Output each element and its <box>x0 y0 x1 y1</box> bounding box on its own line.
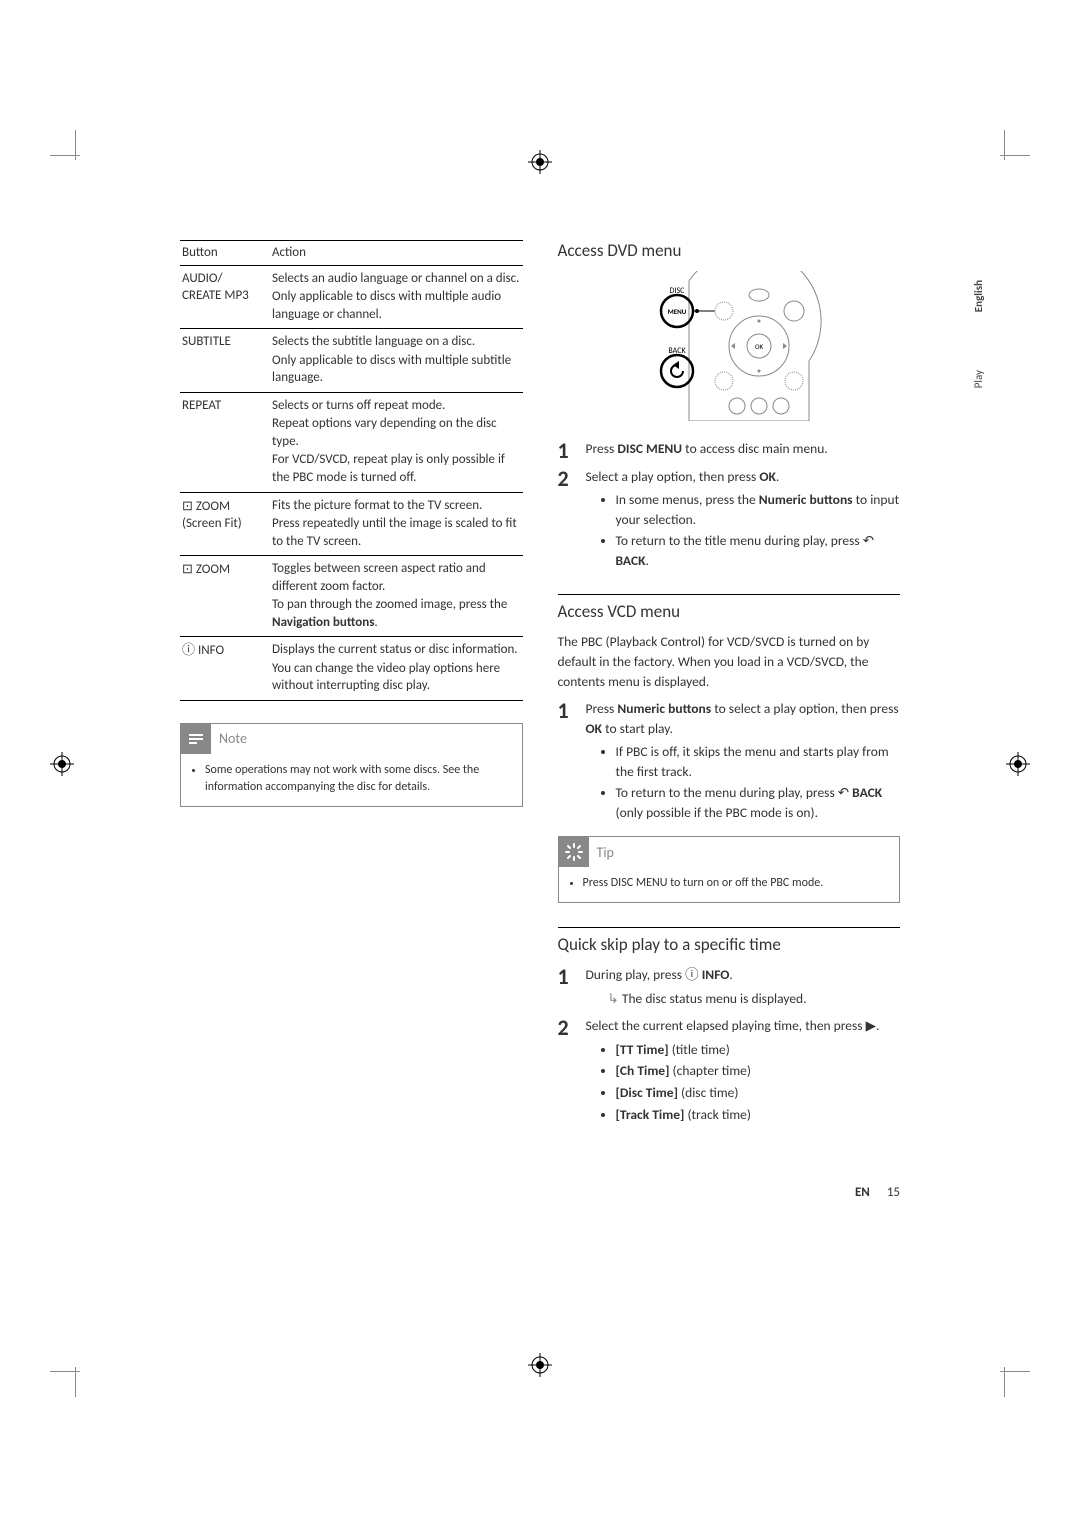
note-box: Note Some operations may not work with s… <box>180 723 523 807</box>
note-title: Note <box>219 729 247 749</box>
footer-lang: EN <box>855 1185 870 1200</box>
page-footer: EN 15 <box>855 1185 900 1200</box>
list-item: In some menus, press the Numeric buttons… <box>616 490 901 529</box>
table-row: SUBTITLESelects the subtitle language on… <box>180 329 523 393</box>
left-column: Button Action AUDIO/ CREATE MP3Selects a… <box>180 240 523 1160</box>
table-row: ⊡ ZOOM(Screen Fit)Fits the picture forma… <box>180 492 523 556</box>
table-header-button: Button <box>180 241 270 266</box>
vcd-step-1: Press Numeric buttons to select a play o… <box>558 699 901 822</box>
list-item: [TT Time] (title time) <box>616 1040 901 1060</box>
vcd-title: Access VCD menu <box>558 601 901 622</box>
button-action-table: Button Action AUDIO/ CREATE MP3Selects a… <box>180 240 523 701</box>
list-item: Press DISC MENU to turn on or off the PB… <box>583 875 888 892</box>
table-row: ⊡ ZOOMToggles between screen aspect rati… <box>180 556 523 637</box>
quick-skip-section: Quick skip play to a specific time Durin… <box>558 927 901 1124</box>
tip-icon <box>559 837 589 867</box>
svg-text:OK: OK <box>755 342 764 351</box>
registration-mark-icon <box>528 1353 552 1377</box>
right-column: Access DVD menu DISC MENU <box>558 240 901 1160</box>
dvd-step-2: Select a play option, then press OK. In … <box>558 467 901 571</box>
quick-title: Quick skip play to a specific time <box>558 934 901 955</box>
quick-step-2: Select the current elapsed playing time,… <box>558 1016 901 1124</box>
list-item: [Track Time] (track time) <box>616 1105 901 1125</box>
note-icon <box>181 724 211 754</box>
list-item: [Ch Time] (chapter time) <box>616 1061 901 1081</box>
dvd-section: Access DVD menu DISC MENU <box>558 240 901 570</box>
quick-step-1-result: The disc status menu is displayed. <box>608 989 901 1009</box>
side-label-english: English <box>972 280 985 312</box>
list-item: To return to the menu during play, press… <box>616 783 901 822</box>
crop-mark <box>980 130 1030 180</box>
remote-figure: DISC MENU BACK <box>558 271 901 425</box>
list-item: If PBC is off, it skips the menu and sta… <box>616 742 901 781</box>
registration-mark-icon <box>50 752 74 776</box>
list-item: Some operations may not work with some d… <box>205 762 510 796</box>
table-header-action: Action <box>270 241 523 266</box>
tip-title: Tip <box>597 843 614 863</box>
crop-mark <box>50 1347 100 1397</box>
registration-mark-icon <box>1006 752 1030 776</box>
table-row: REPEATSelects or turns off repeat mode.R… <box>180 392 523 492</box>
tip-box: Tip Press DISC MENU to turn on or off th… <box>558 836 901 903</box>
quick-step-1: During play, press ⓘ INFO. The disc stat… <box>558 965 901 1008</box>
vcd-section: Access VCD menu The PBC (Playback Contro… <box>558 594 901 903</box>
side-label-play: Play <box>972 370 985 388</box>
vcd-intro: The PBC (Playback Control) for VCD/SVCD … <box>558 632 901 691</box>
crop-mark <box>50 130 100 180</box>
footer-page-number: 15 <box>887 1185 900 1200</box>
dvd-title: Access DVD menu <box>558 240 901 261</box>
list-item: [Disc Time] (disc time) <box>616 1083 901 1103</box>
page-content: English Play Button Action AUDIO/ CREATE… <box>180 240 900 1160</box>
dvd-step-1: Press DISC MENU to access disc main menu… <box>558 439 901 459</box>
registration-mark-icon <box>528 150 552 174</box>
table-row: AUDIO/ CREATE MP3Selects an audio langua… <box>180 265 523 329</box>
crop-mark <box>980 1347 1030 1397</box>
table-row: ⓘ INFODisplays the current status or dis… <box>180 637 523 701</box>
list-item: To return to the title menu during play,… <box>616 531 901 570</box>
svg-text:MENU: MENU <box>667 307 686 316</box>
